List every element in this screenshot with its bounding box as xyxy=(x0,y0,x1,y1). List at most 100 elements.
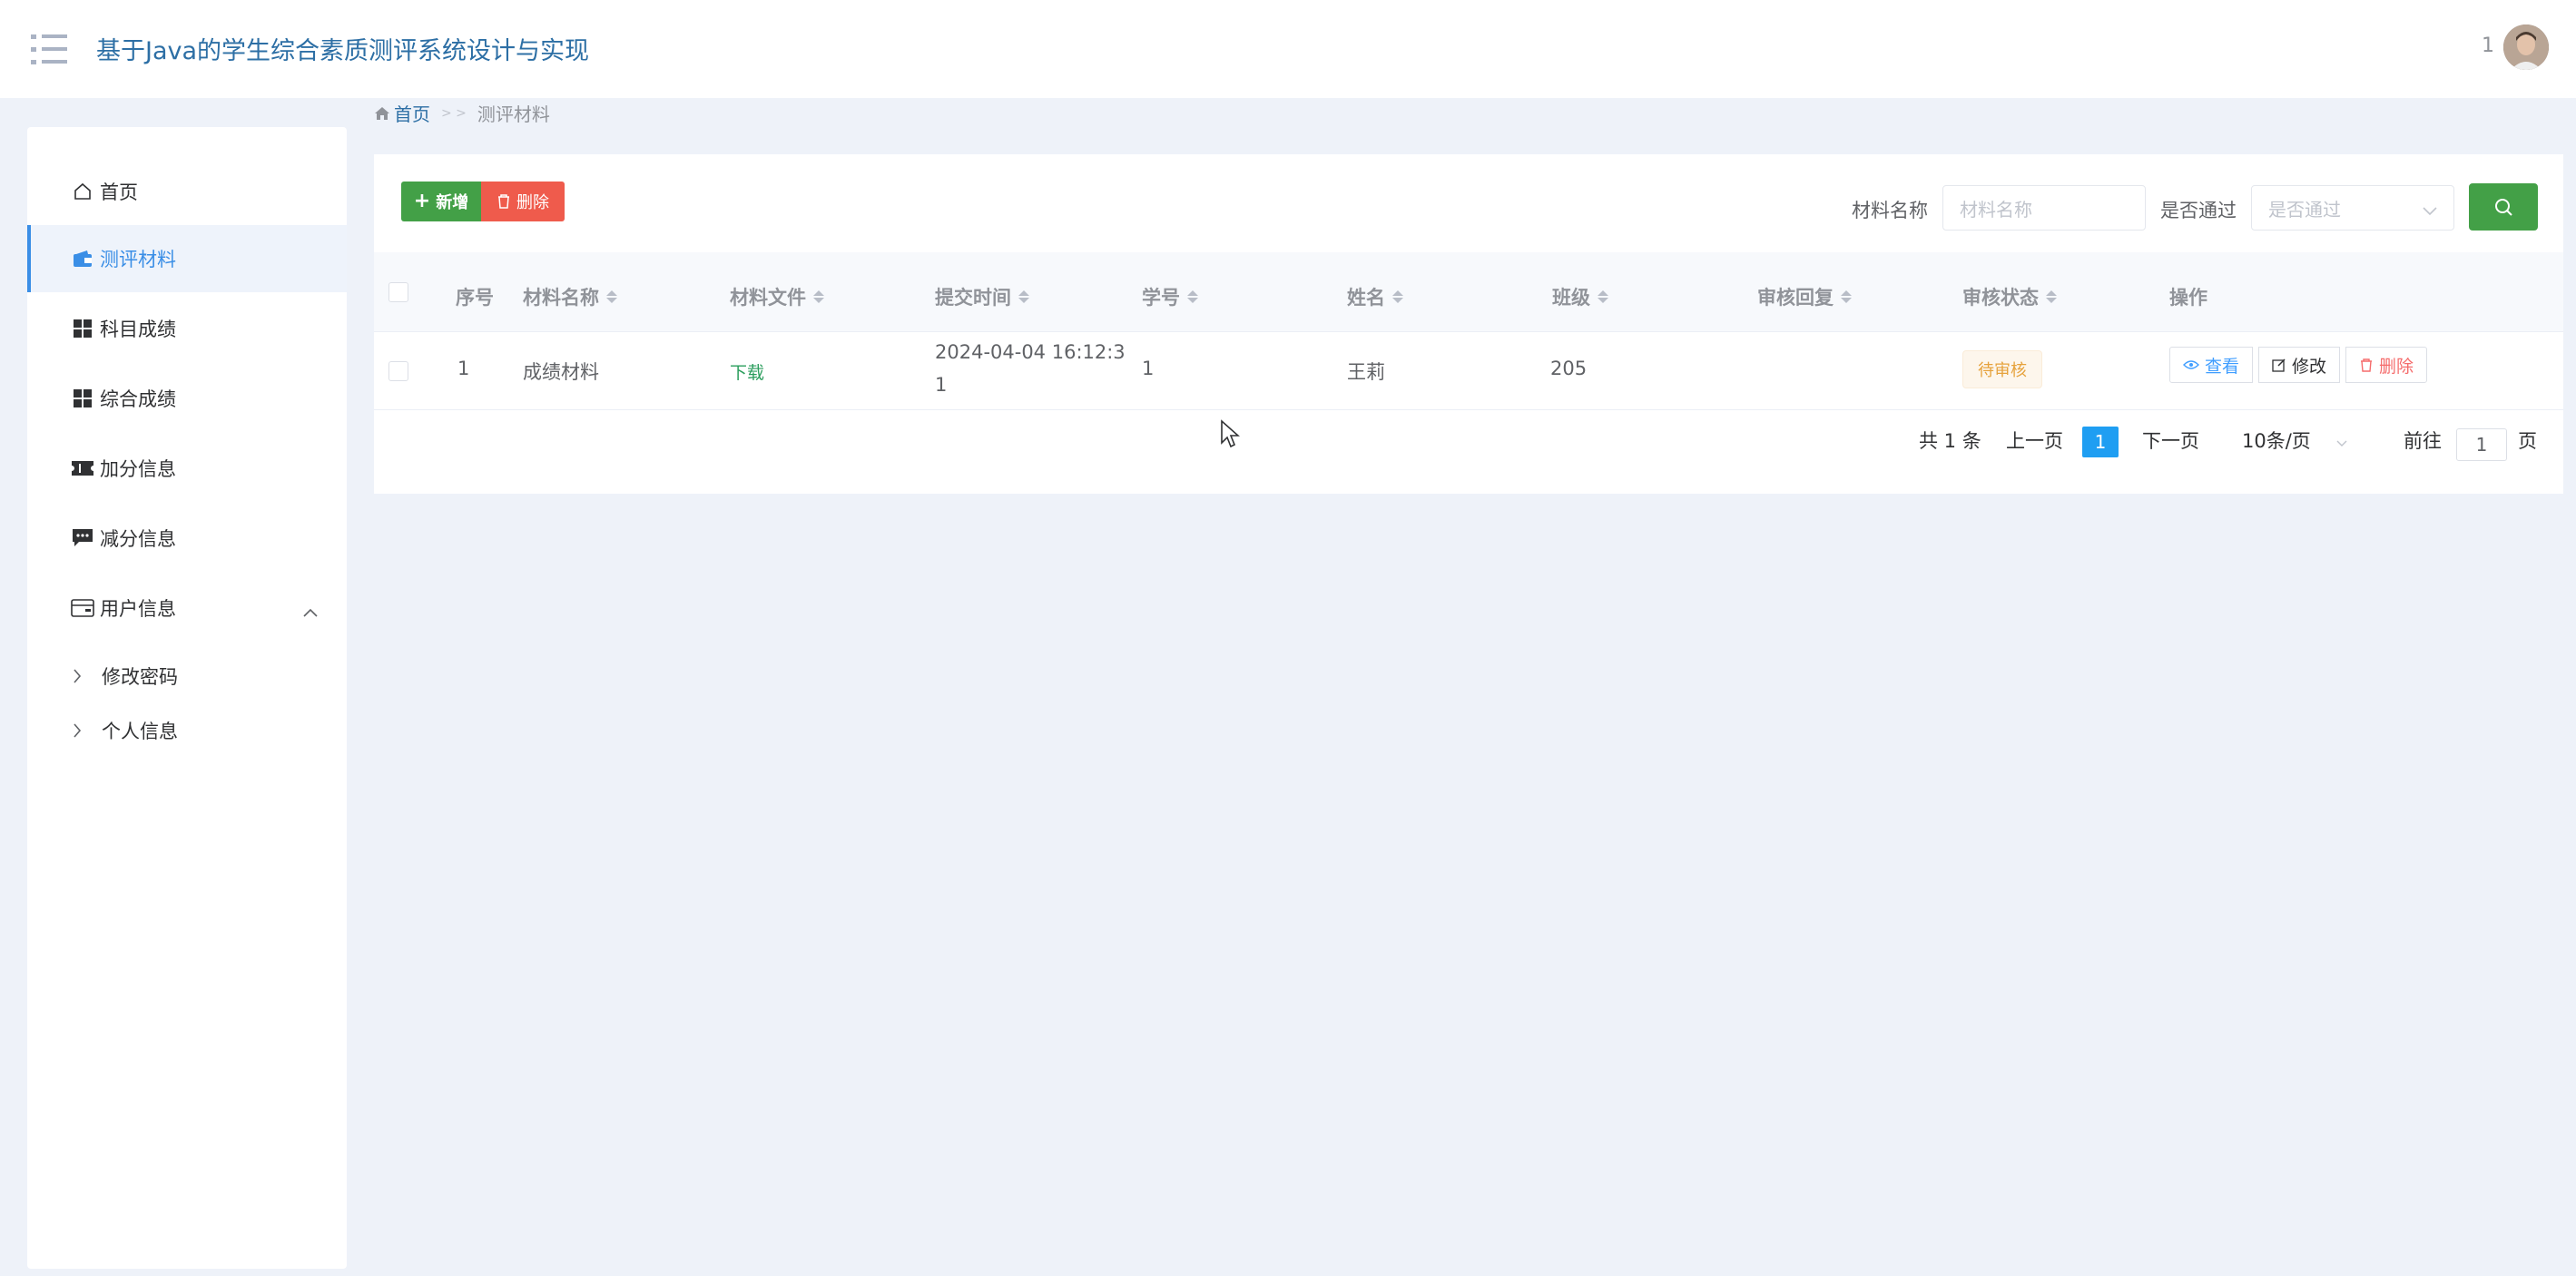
status-badge: 待审核 xyxy=(1962,350,2042,388)
add-button-label: 新增 xyxy=(436,193,469,212)
sort-icon[interactable] xyxy=(1018,290,1029,303)
pagination-total: 共 1 条 xyxy=(1919,430,1981,452)
sidebar-subitem-label: 修改密码 xyxy=(102,666,178,688)
grid-icon xyxy=(71,387,94,410)
goto-label: 前往 xyxy=(2404,430,2442,452)
home-icon xyxy=(375,106,389,120)
col-name[interactable]: 材料名称 xyxy=(523,283,617,310)
breadcrumb-home-label: 首页 xyxy=(394,103,430,125)
menu-toggle-icon[interactable] xyxy=(31,31,67,67)
ticket-icon xyxy=(71,456,94,480)
chevron-down-icon xyxy=(2336,440,2347,447)
row-delete-button[interactable]: 删除 xyxy=(2345,347,2428,383)
breadcrumb-separator: > > xyxy=(441,105,467,121)
sidebar-item-materials[interactable]: 测评材料 xyxy=(27,225,347,292)
sidebar-item-overall-scores[interactable]: 综合成绩 xyxy=(27,365,347,432)
sort-icon[interactable] xyxy=(606,290,617,303)
sort-icon[interactable] xyxy=(1392,290,1403,303)
sidebar-subitem-profile[interactable]: 个人信息 xyxy=(27,703,347,758)
pass-status-placeholder: 是否通过 xyxy=(2268,198,2341,221)
select-all-checkbox[interactable] xyxy=(388,282,408,302)
eye-icon xyxy=(2183,360,2199,369)
app-title: 基于Java的学生综合素质测评系统设计与实现 xyxy=(96,37,590,65)
edit-button[interactable]: 修改 xyxy=(2258,347,2341,383)
grid-icon xyxy=(71,317,94,340)
sidebar-item-label: 首页 xyxy=(100,182,138,203)
sidebar-item-deduction[interactable]: 减分信息 xyxy=(27,505,347,572)
sidebar-item-user-info[interactable]: 用户信息 xyxy=(27,574,347,642)
sidebar: 首页 测评材料 科目成绩 综合成绩 加分信息 减分信息 用户信息 修改密码 个人… xyxy=(27,127,347,1269)
page-suffix: 页 xyxy=(2518,430,2537,452)
breadcrumb-current: 测评材料 xyxy=(477,103,550,125)
sidebar-item-label: 加分信息 xyxy=(100,458,176,480)
avatar-icon xyxy=(2503,25,2549,70)
search-button[interactable] xyxy=(2469,183,2538,231)
cell-time: 2024-04-04 16:12:31 xyxy=(935,341,1126,396)
delete-button[interactable]: 删除 xyxy=(481,182,565,221)
sidebar-item-label: 减分信息 xyxy=(100,528,176,550)
message-icon xyxy=(71,526,94,550)
sidebar-item-label: 综合成绩 xyxy=(100,388,176,410)
table-row: 1 成绩材料 下载 2024-04-04 16:12:31 1 王莉 205 待… xyxy=(374,332,2563,410)
sort-icon[interactable] xyxy=(813,290,824,303)
sidebar-subitem-change-password[interactable]: 修改密码 xyxy=(27,649,347,703)
cell-student-id: 1 xyxy=(1142,358,1155,379)
chevron-up-icon xyxy=(303,600,318,622)
row-checkbox[interactable] xyxy=(388,361,408,381)
goto-page-input[interactable] xyxy=(2456,428,2507,461)
filter-name-label: 材料名称 xyxy=(1852,200,1928,221)
row-delete-button-label: 删除 xyxy=(2379,356,2414,377)
sidebar-item-home[interactable]: 首页 xyxy=(27,158,347,225)
user-number: 1 xyxy=(2482,34,2494,57)
trash-icon xyxy=(2361,358,2372,372)
sidebar-item-label: 测评材料 xyxy=(100,249,176,270)
col-student-name[interactable]: 姓名 xyxy=(1347,283,1403,310)
cell-name: 成绩材料 xyxy=(523,361,599,383)
chevron-down-icon xyxy=(2423,199,2437,221)
chevron-right-icon xyxy=(73,669,96,683)
edit-icon xyxy=(2272,358,2286,372)
download-link[interactable]: 下载 xyxy=(730,359,764,384)
wallet-icon xyxy=(71,247,94,270)
col-class[interactable]: 班级 xyxy=(1552,283,1608,310)
page-size-value: 10条/页 xyxy=(2242,430,2311,452)
avatar[interactable] xyxy=(2503,25,2549,70)
pagination-prev[interactable]: 上一页 xyxy=(2006,427,2063,454)
cell-student-name: 王莉 xyxy=(1347,361,1385,383)
col-file[interactable]: 材料文件 xyxy=(730,283,824,310)
col-student-id[interactable]: 学号 xyxy=(1142,283,1198,310)
cell-index: 1 xyxy=(457,358,470,379)
search-icon xyxy=(2495,199,2512,216)
sort-icon[interactable] xyxy=(1841,290,1852,303)
material-name-input[interactable]: 材料名称 xyxy=(1942,185,2146,231)
filter-pass-label: 是否通过 xyxy=(2160,200,2237,221)
cell-class: 205 xyxy=(1550,358,1588,379)
breadcrumb: 首页 > > 测评材料 xyxy=(374,100,550,126)
sort-icon[interactable] xyxy=(1187,290,1198,303)
pagination-current-page[interactable]: 1 xyxy=(2082,427,2119,457)
sort-icon[interactable] xyxy=(2046,290,2057,303)
breadcrumb-home[interactable]: 首页 xyxy=(374,100,430,126)
delete-button-label: 删除 xyxy=(516,193,549,212)
sidebar-item-subject-scores[interactable]: 科目成绩 xyxy=(27,295,347,362)
col-status[interactable]: 审核状态 xyxy=(1962,283,2057,310)
add-button[interactable]: + 新增 xyxy=(401,182,481,221)
edit-button-label: 修改 xyxy=(2292,356,2327,377)
sidebar-subitem-label: 个人信息 xyxy=(102,721,178,742)
sort-icon[interactable] xyxy=(1598,290,1608,303)
col-actions: 操作 xyxy=(2169,287,2207,309)
view-button[interactable]: 查看 xyxy=(2169,347,2254,383)
top-header: 基于Java的学生综合素质测评系统设计与实现 1 xyxy=(0,0,2576,98)
pass-status-select[interactable]: 是否通过 xyxy=(2251,185,2454,231)
plus-icon: + xyxy=(413,190,431,212)
pagination-next[interactable]: 下一页 xyxy=(2142,427,2199,454)
sidebar-item-bonus[interactable]: 加分信息 xyxy=(27,435,347,502)
col-time[interactable]: 提交时间 xyxy=(935,283,1029,310)
col-reply[interactable]: 审核回复 xyxy=(1757,283,1852,310)
chevron-right-icon xyxy=(73,723,96,738)
sidebar-item-label: 用户信息 xyxy=(100,598,176,620)
col-index: 序号 xyxy=(456,287,494,309)
page-size-select[interactable]: 10条/页 xyxy=(2242,427,2347,454)
table-header: 序号 材料名称 材料文件 提交时间 学号 姓名 班级 审核回复 审核状态 操作 xyxy=(374,252,2563,332)
main-panel: + 新增 删除 材料名称 材料名称 是否通过 是否通过 序号 材料名称 材料文件… xyxy=(374,154,2563,494)
